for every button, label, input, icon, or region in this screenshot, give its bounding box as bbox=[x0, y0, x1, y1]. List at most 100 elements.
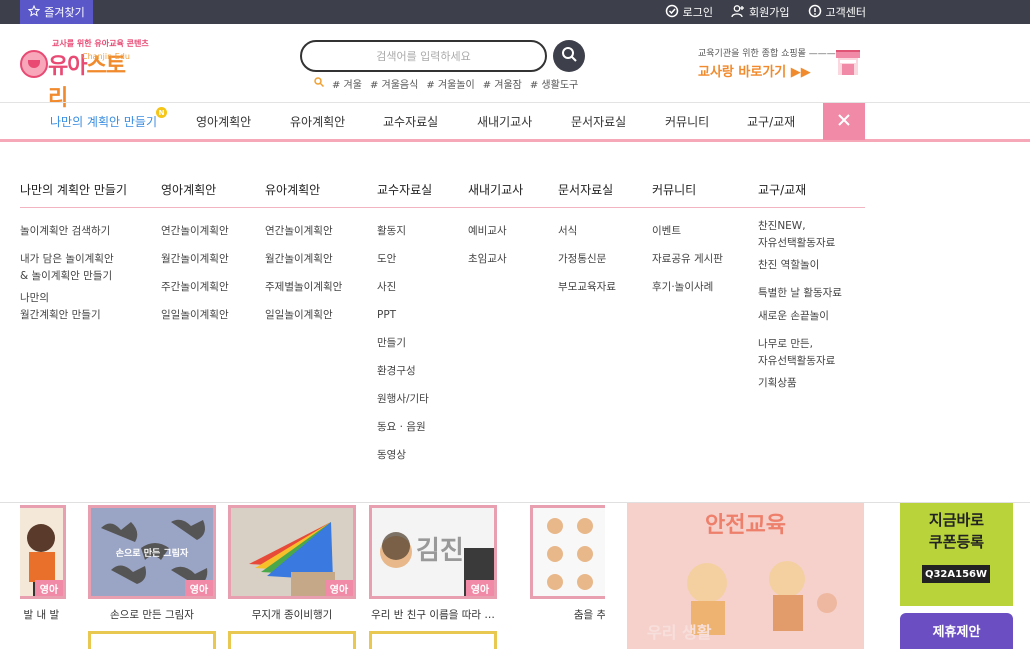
mega-col-head[interactable]: 교수자료실 bbox=[377, 181, 432, 198]
mega-link[interactable]: 월간놀이계획안 bbox=[161, 251, 229, 268]
content-card-thumb[interactable] bbox=[228, 631, 356, 649]
mega-link[interactable]: 연간놀이계획안 bbox=[161, 223, 229, 240]
mega-link[interactable]: 기획상품 bbox=[758, 375, 797, 392]
nav-label: 유아계획안 bbox=[290, 115, 346, 129]
mega-col-head[interactable]: 문서자료실 bbox=[558, 181, 613, 198]
logo-face-icon bbox=[20, 50, 48, 78]
hashtag-link[interactable]: # 겨울음식 bbox=[370, 76, 418, 91]
content-card-thumb[interactable] bbox=[530, 505, 605, 599]
mega-link[interactable]: 자유선택활동자료 bbox=[758, 353, 835, 370]
mega-link[interactable]: 이벤트 bbox=[652, 223, 681, 240]
mega-link[interactable]: 연간놀이계획안 bbox=[265, 223, 333, 240]
mega-col-head[interactable]: 교구/교재 bbox=[758, 181, 806, 198]
nav-item-my-plan[interactable]: 나만의 계획안 만들기 N bbox=[50, 103, 167, 140]
mega-link[interactable]: 환경구성 bbox=[377, 363, 416, 380]
mega-link[interactable]: 활동지 bbox=[377, 223, 406, 240]
mega-link[interactable]: 주간놀이계획안 bbox=[161, 279, 229, 296]
content-card-thumb[interactable] bbox=[88, 631, 216, 649]
mega-link[interactable]: 나무로 만든, bbox=[758, 336, 813, 353]
mega-link[interactable]: 나만의 bbox=[20, 290, 49, 307]
mega-link[interactable]: 찬진NEW, bbox=[758, 218, 806, 235]
search-input[interactable]: 검색어를 입력하세요 bbox=[300, 40, 547, 72]
mega-link[interactable]: 사진 bbox=[377, 279, 396, 296]
shop-banner[interactable]: 교육기관을 위한 종합 쇼핑몰 ——— 교사랑 바로가기 ▶▶ bbox=[698, 46, 863, 82]
nav-label: 문서자료실 bbox=[571, 115, 627, 129]
favorites-button[interactable]: 즐겨찾기 bbox=[20, 0, 93, 24]
mega-link[interactable]: 부모교육자료 bbox=[558, 279, 616, 296]
mega-link[interactable]: 월간계획안 만들기 bbox=[20, 307, 101, 324]
coupon-title-line1: 지금바로 bbox=[928, 511, 985, 529]
nav-item-community[interactable]: 커뮤니티 bbox=[665, 103, 709, 140]
mega-link[interactable]: PPT bbox=[377, 307, 396, 324]
nav-item-new-teacher[interactable]: 새내기교사 bbox=[477, 103, 532, 140]
mega-link[interactable]: 놀이계획안 검색하기 bbox=[20, 223, 110, 240]
mega-link[interactable]: 새로운 손끝놀이 bbox=[758, 308, 829, 325]
mega-link[interactable]: 월간놀이계획안 bbox=[265, 251, 333, 268]
mega-col-head[interactable]: 유아계획안 bbox=[265, 181, 320, 198]
mega-link[interactable]: 자유선택활동자료 bbox=[758, 235, 835, 252]
coupon-title-line2: 쿠폰등록 bbox=[928, 533, 985, 551]
nav-item-child-plan[interactable]: 유아계획안 bbox=[290, 103, 345, 140]
signup-label: 회원가입 bbox=[749, 6, 790, 19]
main-nav: 나만의 계획안 만들기 N 영아계획안 유아계획안 교수자료실 새내기교사 문서… bbox=[0, 102, 1030, 142]
mega-link[interactable]: 원행사/기타 bbox=[377, 391, 429, 408]
mega-link[interactable]: 서식 bbox=[558, 223, 577, 240]
coupon-banner[interactable]: 지금바로 쿠폰등록 Q32A156W bbox=[900, 503, 1013, 606]
support-label: 고객센터 bbox=[825, 6, 866, 19]
nav-item-documents[interactable]: 문서자료실 bbox=[571, 103, 626, 140]
card-image-text: 김진 bbox=[416, 536, 464, 566]
mega-link[interactable]: 주제별놀이계획안 bbox=[265, 279, 342, 296]
content-card-thumb[interactable] bbox=[369, 631, 497, 649]
signup-link[interactable]: 회원가입 bbox=[731, 4, 790, 21]
mega-link[interactable]: 후기·놀이사례 bbox=[652, 279, 713, 296]
banner-overlay bbox=[627, 503, 864, 649]
small-search-icon bbox=[314, 77, 325, 90]
mega-link[interactable]: & 놀이계획안 만들기 bbox=[20, 268, 112, 285]
content-card-title[interactable]: 무지개 종이비행기 bbox=[228, 607, 356, 622]
hashtag-link[interactable]: # 생활도구 bbox=[530, 76, 578, 91]
content-card-thumb[interactable]: 손으로 만든 그림자 영아 bbox=[88, 505, 216, 599]
search-button[interactable] bbox=[553, 40, 585, 72]
mega-link[interactable]: 가정통신문 bbox=[558, 251, 606, 268]
hashtag-link[interactable]: # 겨울잠 bbox=[483, 76, 522, 91]
login-link[interactable]: 로그인 bbox=[665, 4, 713, 21]
mega-col-head[interactable]: 커뮤니티 bbox=[652, 181, 696, 198]
mega-col-head[interactable]: 영아계획안 bbox=[161, 181, 216, 198]
mega-link[interactable]: 찬진 역할놀이 bbox=[758, 257, 819, 274]
site-header: 교사를 위한 유아교육 콘텐츠 유아스토리 Chanjin Edu 검색어를 입… bbox=[0, 24, 1030, 111]
mega-link[interactable]: 일일놀이계획안 bbox=[161, 307, 229, 324]
support-link[interactable]: 고객센터 bbox=[808, 4, 866, 21]
nav-label: 영아계획안 bbox=[196, 115, 252, 129]
mega-col-head[interactable]: 나만의 계획안 만들기 bbox=[20, 181, 127, 198]
mega-link[interactable]: 동영상 bbox=[377, 447, 406, 464]
mega-link[interactable]: 자료공유 게시판 bbox=[652, 251, 723, 268]
logo-wordmark-a: 유아 bbox=[48, 54, 87, 79]
menu-close-button[interactable] bbox=[823, 103, 865, 140]
nav-item-teaching-materials[interactable]: 교수자료실 bbox=[383, 103, 438, 140]
hashtag-link[interactable]: # 겨울 bbox=[332, 76, 362, 91]
content-card-title[interactable]: 우리 반 친구 이름을 따라 … bbox=[369, 607, 497, 622]
mega-link[interactable]: 예비교사 bbox=[468, 223, 507, 240]
content-card-thumb[interactable]: 영아 bbox=[228, 505, 356, 599]
mega-link[interactable]: 특별한 날 활동자료 bbox=[758, 285, 842, 302]
content-card-title[interactable]: 친구 발 내 발 bbox=[20, 607, 60, 622]
nav-item-infant-plan[interactable]: 영아계획안 bbox=[196, 103, 251, 140]
content-card-thumb[interactable]: 김진 영아 bbox=[369, 505, 497, 599]
nav-item-teaching-tools[interactable]: 교구/교재 bbox=[747, 103, 795, 140]
nav-label: 커뮤니티 bbox=[665, 115, 710, 129]
content-card-title[interactable]: 손으로 만든 그림자 bbox=[88, 607, 216, 622]
hashtag-link[interactable]: # 겨울놀이 bbox=[426, 76, 474, 91]
mega-link[interactable]: 동요 · 음원 bbox=[377, 419, 426, 436]
mega-link[interactable]: 만들기 bbox=[377, 335, 406, 352]
site-logo[interactable]: 교사를 위한 유아교육 콘텐츠 유아스토리 Chanjin Edu bbox=[20, 38, 149, 111]
mega-link[interactable]: 초임교사 bbox=[468, 251, 507, 268]
nav-label: 새내기교사 bbox=[477, 115, 533, 129]
user-add-icon bbox=[731, 4, 745, 21]
content-card-title[interactable]: 춤을 추 bbox=[560, 607, 605, 622]
content-card-thumb[interactable]: 영아 bbox=[20, 505, 66, 599]
mega-link[interactable]: 도안 bbox=[377, 251, 396, 268]
mega-link[interactable]: 일일놀이계획안 bbox=[265, 307, 333, 324]
mega-col-head[interactable]: 새내기교사 bbox=[468, 181, 523, 198]
partnership-banner[interactable]: 제휴제안 bbox=[900, 613, 1013, 649]
mega-link[interactable]: 내가 담은 놀이계획안 bbox=[20, 251, 114, 268]
